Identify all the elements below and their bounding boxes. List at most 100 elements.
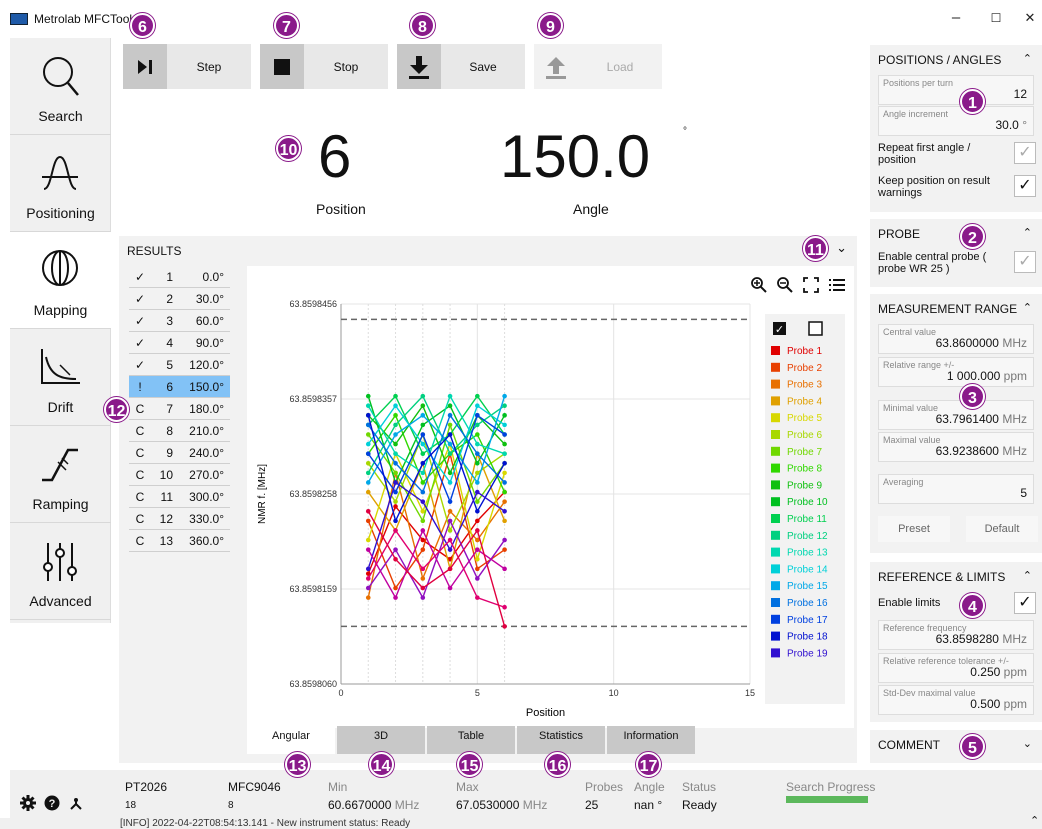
reference-frequency-field[interactable]: Reference frequency 63.8598280 MHz (878, 620, 1034, 650)
sidebar-item-search[interactable]: Search (10, 38, 111, 135)
default-button[interactable]: Default (966, 516, 1038, 542)
collapse-chevron-icon[interactable]: ⌃ (1023, 52, 1032, 65)
averaging-field[interactable]: Averaging 5 (878, 474, 1034, 504)
range-title: MEASUREMENT RANGE (878, 302, 1018, 316)
result-row[interactable]: ✓ 4 90.0° (129, 332, 230, 354)
help-icon[interactable]: ? (44, 795, 60, 811)
legend-label: Probe 5 (787, 413, 822, 424)
upload-icon (534, 44, 578, 89)
sidebar-item-drift[interactable]: Drift (10, 329, 111, 426)
mfc-device-label: MFC9046 (228, 780, 281, 794)
result-row[interactable]: ✓ 1 0.0° (129, 266, 230, 288)
collapse-chevron-icon[interactable]: ⌃ (1023, 569, 1032, 582)
data-point (365, 451, 371, 456)
result-row[interactable]: C 7 180.0° (129, 398, 230, 420)
legend-label: Probe 13 (787, 548, 828, 559)
advanced-icon (43, 543, 77, 581)
result-angle: 90.0° (195, 335, 224, 350)
tab-statistics[interactable]: Statistics (517, 726, 605, 754)
collapse-chevron-icon[interactable]: ⌃ (1023, 226, 1032, 239)
collapse-chevron-icon[interactable]: ⌃ (1023, 301, 1032, 314)
tab-table[interactable]: Table (427, 726, 515, 754)
pt-device-value: 18 (125, 800, 137, 811)
stop-button[interactable]: Stop (260, 44, 388, 89)
expand-chevron-icon[interactable]: ⌄ (1023, 737, 1032, 750)
field-unit: ppm (1003, 665, 1027, 679)
positions-per-turn-field[interactable]: Positions per turn 12 (878, 75, 1034, 105)
angle-increment-field[interactable]: Angle increment 30.0 ° (878, 106, 1034, 136)
data-point (475, 403, 480, 409)
sidebar-item-ramping[interactable]: Ramping (10, 426, 111, 523)
result-row[interactable]: ✓ 3 60.0° (129, 310, 230, 332)
central-value-field[interactable]: Central value 63.8600000 MHz (878, 324, 1034, 354)
step-button[interactable]: Step (123, 44, 251, 89)
tab-3d[interactable]: 3D (337, 726, 425, 754)
search-progress-fill (786, 796, 868, 803)
repeat-first-checkbox[interactable]: ✓ (1014, 142, 1036, 164)
legend-swatch (771, 547, 780, 557)
field-value: 0.250 (970, 665, 1001, 679)
result-row[interactable]: ! 6 150.0° (129, 376, 230, 398)
field-unit: MHz (1002, 632, 1027, 646)
data-point (502, 403, 507, 409)
result-row[interactable]: C 12 330.0° (129, 508, 230, 530)
search-progress-bar (786, 796, 868, 803)
reference-tolerance-field[interactable]: Relative reference tolerance +/- 0.250 pp… (878, 653, 1034, 683)
result-row[interactable]: ✓ 2 30.0° (129, 288, 230, 310)
y-tick-label: 63.8598357 (289, 394, 337, 404)
data-point (420, 518, 426, 524)
nmr-chart[interactable]: 63.8598456 63.8598357 63.8598258 63.8598159… (247, 266, 854, 728)
data-point (393, 470, 398, 476)
field-unit: MHz (1002, 336, 1027, 350)
result-row[interactable]: ✓ 5 120.0° (129, 354, 230, 376)
sidebar-item-advanced[interactable]: Advanced (10, 523, 111, 620)
enable-limits-checkbox[interactable]: ✓ (1014, 592, 1036, 614)
data-point (420, 595, 426, 600)
field-value: 63.9238600 (935, 444, 999, 458)
x-tick-label: 15 (745, 688, 755, 698)
sidebar-item-mapping[interactable]: Mapping (10, 232, 111, 329)
maximize-button[interactable]: ☐ (986, 8, 1006, 28)
sidebar-item-positioning[interactable]: Positioning (10, 135, 111, 232)
result-row[interactable]: C 9 240.0° (129, 442, 230, 464)
sidebar-item-label: Search (38, 108, 83, 124)
result-row[interactable]: C 11 300.0° (129, 486, 230, 508)
preset-button[interactable]: Preset (878, 516, 950, 542)
minimal-value-field[interactable]: Minimal value 63.7961400 MHz (878, 400, 1034, 430)
field-value: 0.500 (970, 697, 1001, 711)
keep-position-checkbox[interactable]: ✓ (1014, 175, 1036, 197)
relative-range-field[interactable]: Relative range +/- 1 000.000 ppm (878, 357, 1034, 387)
stddev-max-field[interactable]: Std-Dev maximal value 0.500 ppm (878, 685, 1034, 715)
result-position: 3 (166, 313, 173, 328)
load-button[interactable]: Load (534, 44, 662, 89)
close-button[interactable]: ✕ (1020, 8, 1040, 28)
legend-label: Probe 12 (787, 531, 828, 542)
data-point (502, 480, 507, 485)
y-tick-label: 63.8598060 (289, 679, 337, 689)
network-icon[interactable] (68, 795, 84, 811)
result-row[interactable]: C 8 210.0° (129, 420, 230, 442)
result-angle: 300.0° (189, 489, 224, 504)
result-row[interactable]: C 13 360.0° (129, 530, 230, 552)
save-button[interactable]: Save (397, 44, 525, 89)
field-label: Central value (883, 327, 937, 337)
settings-gear-icon[interactable] (20, 795, 36, 811)
results-collapse-chevron-icon[interactable]: ⌄ (836, 240, 847, 256)
data-point (502, 624, 507, 629)
legend-label: Probe 2 (787, 363, 822, 374)
data-point (475, 518, 480, 524)
result-position: 9 (166, 445, 173, 460)
minimize-button[interactable]: – (946, 8, 966, 28)
results-panel: RESULTS ⌄ ✓ 1 0.0° ✓ 2 30.0° ✓ 3 60.0° ✓ 4 90.0° ✓ 5 1… (119, 236, 857, 763)
maximal-value-field[interactable]: Maximal value 63.9238600 MHz (878, 432, 1034, 462)
comment-panel[interactable]: COMMENT ⌄ (870, 730, 1042, 763)
data-point (420, 585, 426, 591)
download-icon (397, 44, 441, 89)
tab-information[interactable]: Information (607, 726, 695, 754)
result-row[interactable]: C 10 270.0° (129, 464, 230, 486)
expand-log-chevron-icon[interactable]: ⌃ (1030, 816, 1039, 827)
central-probe-checkbox[interactable]: ✓ (1014, 251, 1036, 273)
tab-angular[interactable]: Angular (247, 726, 335, 754)
data-point (475, 566, 480, 572)
y-tick-label: 63.8598258 (289, 489, 337, 499)
